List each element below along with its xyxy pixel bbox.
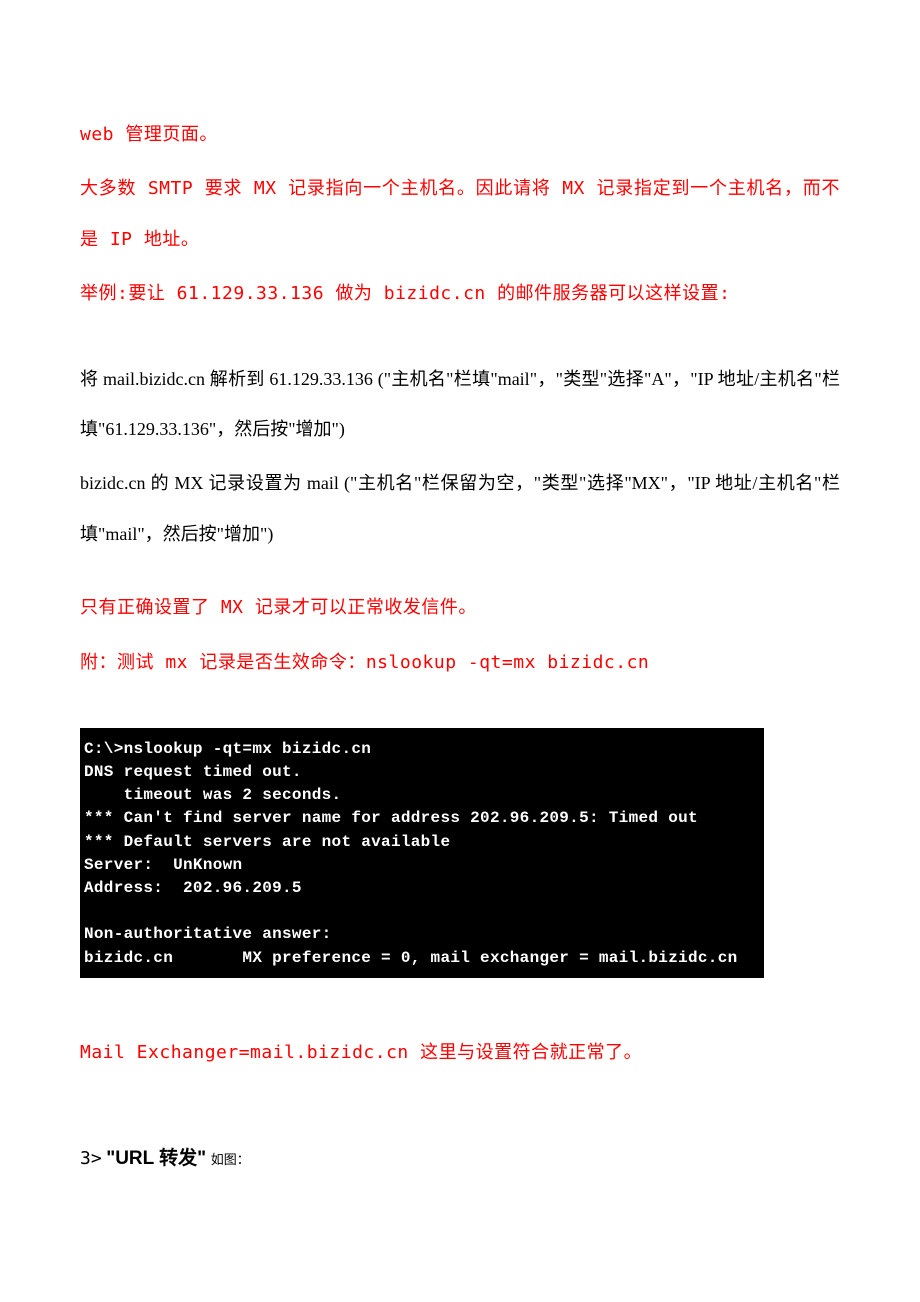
section-3-heading: 3> "URL 转发" 如图：: [80, 1132, 840, 1185]
text-mail-exchanger: Mail Exchanger=mail.bizidc.cn 这里与设置符合就正常…: [80, 1028, 840, 1078]
text-a-record: 将 mail.bizidc.cn 解析到 61.129.33.136 ("主机名…: [80, 354, 840, 455]
terminal-output: C:\>nslookup -qt=mx bizidc.cn DNS reques…: [80, 728, 764, 978]
section-3-title: "URL 转发": [106, 1148, 206, 1169]
section-3-suffix: 如图：: [211, 1152, 250, 1167]
text-mx-required: 只有正确设置了 MX 记录才可以正常收发信件。: [80, 583, 840, 633]
text-example-intro: 举例:要让 61.129.33.136 做为 bizidc.cn 的邮件服务器可…: [80, 269, 840, 319]
text-smtp-mx: 大多数 SMTP 要求 MX 记录指向一个主机名。因此请将 MX 记录指定到一个…: [80, 164, 840, 265]
section-3-number: 3>: [80, 1148, 102, 1169]
text-nslookup-cmd: 附：测试 mx 记录是否生效命令：nslookup -qt=mx bizidc.…: [80, 638, 840, 688]
text-web-admin: web 管理页面。: [80, 110, 840, 160]
text-mx-record: bizidc.cn 的 MX 记录设置为 mail ("主机名"栏保留为空，"类…: [80, 458, 840, 559]
